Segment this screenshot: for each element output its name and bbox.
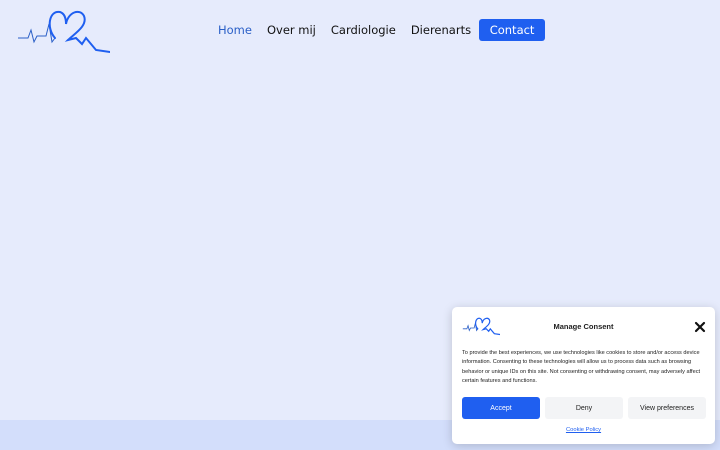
nav-over-mij[interactable]: Over mij (267, 23, 316, 37)
cookie-consent-dialog: Manage Consent To provide the best exper… (452, 307, 715, 444)
view-preferences-button[interactable]: View preferences (628, 397, 706, 419)
heart-ekg-logo[interactable] (16, 6, 110, 56)
close-icon[interactable] (694, 321, 706, 333)
deny-button[interactable]: Deny (545, 397, 623, 419)
main-nav: Home Over mij Cardiologie Dierenarts Con… (210, 19, 546, 41)
consent-message: To provide the best experiences, we use … (462, 350, 701, 384)
consent-title: Manage Consent (553, 322, 614, 331)
nav-cardiologie[interactable]: Cardiologie (331, 23, 396, 37)
accept-button[interactable]: Accept (462, 397, 540, 419)
site-header: Home Over mij Cardiologie Dierenarts Con… (0, 0, 720, 60)
nav-home[interactable]: Home (218, 23, 252, 37)
consent-actions: Accept Deny View preferences (462, 397, 706, 419)
contact-button[interactable]: Contact (479, 19, 546, 41)
cookie-policy-link[interactable]: Cookie Policy (452, 427, 715, 433)
nav-dierenarts[interactable]: Dierenarts (411, 23, 471, 37)
